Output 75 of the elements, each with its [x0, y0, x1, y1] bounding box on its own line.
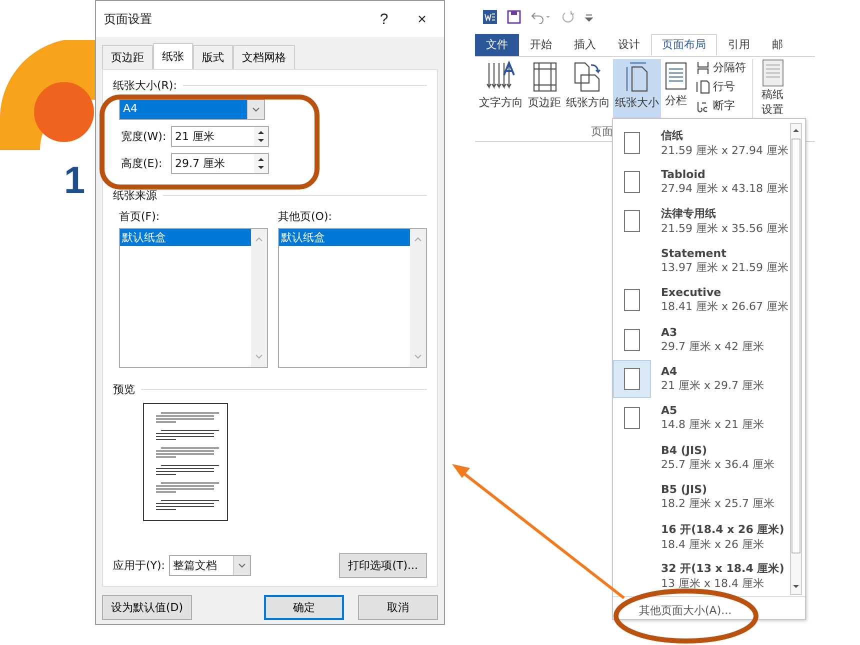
list-item[interactable]: 默认纸盒 [120, 229, 251, 246]
redo-icon[interactable] [561, 10, 575, 24]
menu-item[interactable]: Statement 13.97 厘米 x 21.59 厘米 [613, 241, 790, 281]
more-sizes-item[interactable]: 其他页面大小(A)... [613, 596, 805, 626]
ribbon-button[interactable]: 文字方向 [477, 59, 525, 119]
close-button[interactable]: × [408, 10, 436, 28]
save-icon[interactable] [507, 10, 521, 24]
page-icon [624, 368, 640, 390]
undo-icon[interactable] [531, 10, 551, 24]
scrollbar[interactable] [790, 123, 802, 595]
ribbon-button[interactable]: 断字 [695, 97, 747, 114]
orientation-icon [573, 61, 603, 93]
dialog-tab[interactable]: 页边距 [102, 45, 153, 69]
dialog-button[interactable]: 取消 [358, 595, 438, 620]
help-button[interactable]: ? [370, 10, 398, 28]
menu-item[interactable]: 16 开(18.4 x 26 厘米) 18.4 厘米 x 26 厘米 [613, 516, 790, 556]
section-label: 纸张大小(R): [113, 78, 177, 93]
ribbon-tab[interactable]: 文件 [475, 34, 519, 56]
list-label: 其他页(O): [278, 209, 333, 224]
menu-item[interactable]: 32 开(13 x 18.4 厘米) 13 厘米 x 18.4 厘米 [613, 556, 790, 596]
menu-item[interactable]: B4 (JIS) 25.7 厘米 x 36.4 厘米 [613, 438, 790, 478]
height-field[interactable]: 29.7 厘米 [171, 153, 269, 174]
heading-number: 1 [64, 160, 86, 203]
spin-arrows-icon[interactable] [254, 154, 268, 173]
page-icon [624, 171, 640, 194]
dialog-button[interactable]: 确定 [264, 595, 344, 620]
dropdown-caret-icon[interactable] [233, 556, 250, 575]
scrollbar[interactable] [410, 229, 426, 367]
list-item[interactable]: 默认纸盒 [279, 229, 410, 246]
page-icon [624, 210, 640, 232]
page-icon [624, 289, 640, 312]
ribbon-button[interactable]: 分栏 [662, 59, 690, 119]
paper-size-combo[interactable]: A4 [119, 99, 265, 120]
dialog-tab[interactable]: 版式 [193, 45, 233, 69]
menu-item[interactable]: A4 21 厘米 x 29.7 厘米 [613, 359, 790, 399]
menu-item[interactable]: 法律专用纸 21.59 厘米 x 35.56 厘米 [613, 202, 790, 242]
dialog-title: 页面设置 [104, 10, 153, 28]
columns-icon [664, 61, 688, 91]
word-app-icon[interactable] [483, 10, 497, 24]
menu-item[interactable]: Executive 18.41 厘米 x 26.67 厘米 [613, 280, 790, 320]
margins-icon [532, 61, 558, 93]
ribbon-tab[interactable]: 页面布局 [651, 34, 717, 56]
list-label: 首页(F): [119, 209, 161, 224]
menu-item[interactable]: A5 14.8 厘米 x 21 厘米 [613, 398, 790, 438]
menu-item[interactable]: A3 29.7 厘米 x 42 厘米 [613, 320, 790, 360]
page-icon [624, 328, 640, 351]
width-field[interactable]: 21 厘米 [171, 126, 269, 147]
section-label: 预览 [113, 382, 135, 397]
field-label: 宽度(W): [121, 129, 167, 144]
ribbon-button[interactable]: 页边距 [526, 59, 563, 119]
field-label: 应用于(Y): [113, 558, 166, 573]
field-label: 高度(E): [121, 156, 164, 171]
dropdown-caret-icon[interactable] [247, 100, 264, 119]
line-numbers-icon [696, 80, 710, 94]
page-size-icon [624, 61, 650, 93]
apply-to-combo[interactable]: 整篇文档 [169, 555, 252, 576]
draft-paper-icon [762, 59, 784, 87]
menu-item[interactable]: Tabloid 27.94 厘米 x 43.18 厘米 [613, 162, 790, 202]
page-icon [624, 407, 640, 430]
ribbon-button[interactable]: 行号 [695, 78, 747, 95]
ribbon-button[interactable]: 分隔符 [695, 59, 747, 76]
customize-icon[interactable] [585, 12, 593, 22]
print-options-button[interactable]: 打印选项(T)... [339, 553, 427, 578]
spin-arrows-icon[interactable] [254, 127, 268, 146]
dialog-tab[interactable]: 纸张 [153, 43, 193, 69]
ribbon-button[interactable]: 纸张大小 [613, 59, 661, 119]
dialog-tab[interactable]: 文档网格 [233, 45, 295, 69]
breaks-icon [696, 60, 710, 74]
page-icon [624, 132, 640, 154]
scrollbar[interactable] [251, 229, 267, 367]
dialog-button[interactable]: 设为默认值(D) [102, 595, 192, 620]
section-label: 纸张来源 [113, 188, 157, 203]
ribbon-button[interactable]: 纸张方向 [564, 59, 612, 119]
group-label: 页面 [591, 124, 613, 139]
menu-item[interactable]: B5 (JIS) 18.2 厘米 x 25.7 厘米 [613, 478, 790, 517]
